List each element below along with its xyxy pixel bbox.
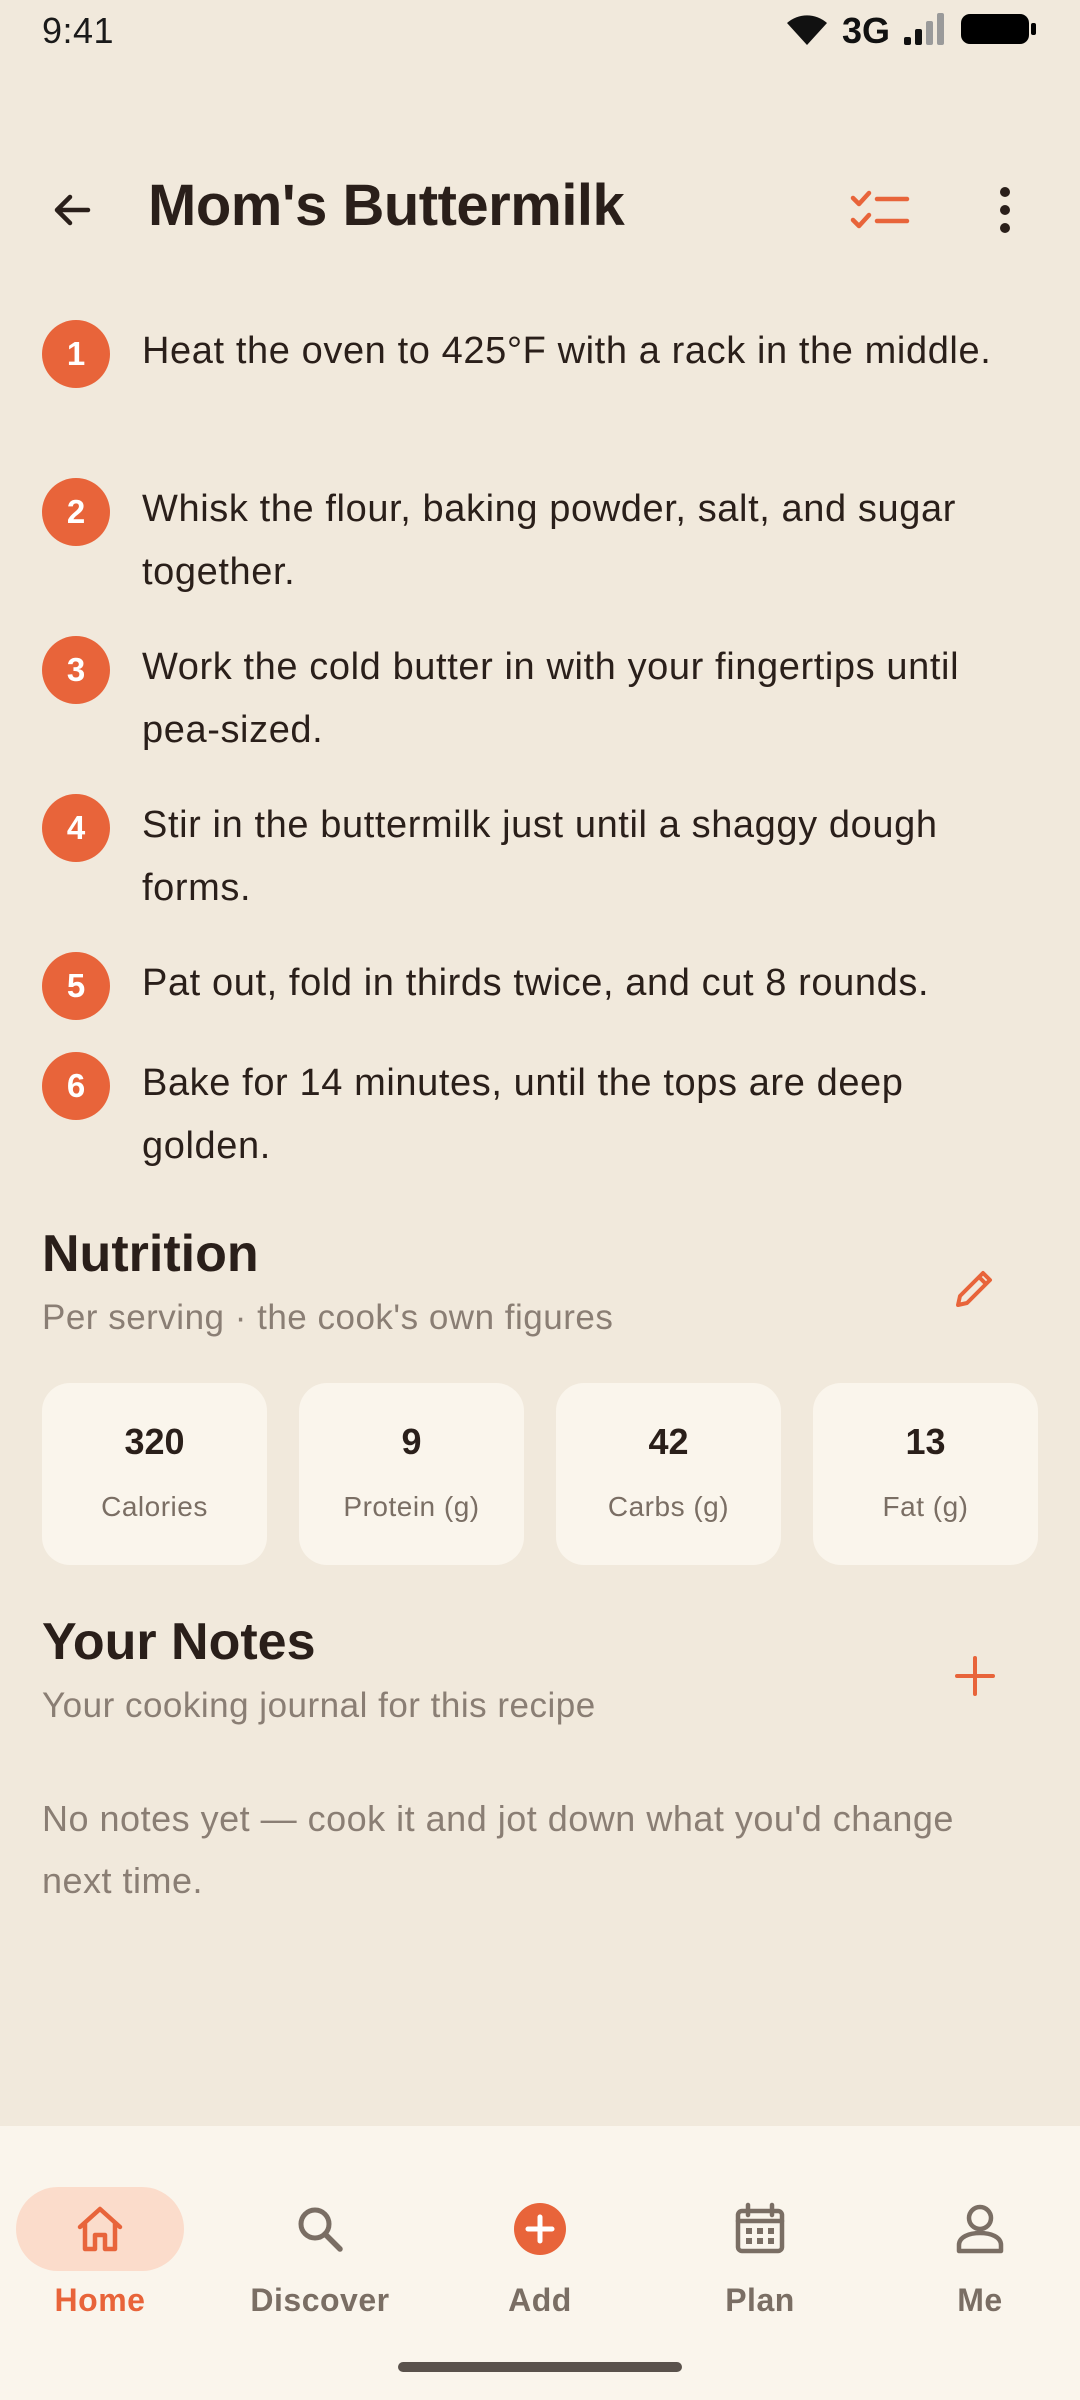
nav-label-discover: Discover [250, 2282, 390, 2318]
nav-item-home[interactable]: Home [0, 2156, 220, 2318]
network-type: 3G [841, 10, 890, 51]
nutrition-cards: 320 Calories 9 Protein (g) 42 Carbs (g) … [42, 1383, 1038, 1565]
more-vertical-icon [1000, 187, 1010, 233]
step-text: Heat the oven to 425°F with a rack in th… [142, 330, 992, 372]
nav-item-plan[interactable]: Plan [650, 2156, 870, 2318]
step-number-badge: 5 [42, 952, 110, 1020]
home-indicator-bar[interactable] [398, 2362, 682, 2372]
nutrition-value: 9 [401, 1421, 422, 1462]
nutrition-card-calories: 320 Calories [42, 1383, 267, 1565]
more-options-button[interactable] [980, 180, 1030, 240]
back-button[interactable] [42, 180, 102, 240]
search-icon [290, 2199, 350, 2259]
wifi-icon [784, 11, 830, 52]
back-arrow-icon [54, 194, 91, 226]
nutrition-label: Fat (g) [882, 1491, 969, 1522]
signal-icon [902, 11, 948, 52]
step-text: Stir in the buttermilk just until a shag… [142, 804, 938, 909]
status-bar: 9:41 3G [0, 0, 1080, 62]
nav-label-plan: Plan [725, 2282, 795, 2318]
pencil-icon [956, 1271, 992, 1307]
nutrition-card-fat: 13 Fat (g) [813, 1383, 1038, 1565]
notes-empty-state: No notes yet — cook it and jot down what… [42, 1798, 954, 1901]
step-text: Whisk the flour, baking powder, salt, an… [142, 488, 956, 593]
step-number-badge: 4 [42, 794, 110, 862]
nav-label-me: Me [957, 2282, 1003, 2318]
bottom-navigation: Home Discover Add Plan Me [0, 2126, 1080, 2400]
nav-label-home: Home [54, 2282, 146, 2318]
status-icons: 3G [784, 10, 1038, 52]
step-text: Pat out, fold in thirds twice, and cut 8… [142, 962, 930, 1004]
page-title: Mom's Buttermilk [148, 173, 625, 238]
nav-item-add[interactable]: Add [430, 2156, 650, 2318]
battery-icon [960, 11, 1038, 52]
home-icon [70, 2199, 130, 2259]
nutrition-value: 320 [124, 1421, 185, 1462]
recipe-screen: 9:41 3G Mom's Buttermilk 1 Heat the oven… [0, 0, 1080, 2400]
plus-icon [955, 1656, 995, 1696]
notes-subtitle: Your cooking journal for this recipe [42, 1686, 596, 1725]
step-number-badge: 2 [42, 478, 110, 546]
nav-item-me[interactable]: Me [870, 2156, 1080, 2318]
nutrition-card-protein: 9 Protein (g) [299, 1383, 524, 1565]
nutrition-label: Carbs (g) [607, 1491, 730, 1522]
add-circle-icon [510, 2199, 570, 2259]
step-number-badge: 1 [42, 320, 110, 388]
status-time: 9:41 [42, 10, 115, 51]
edit-nutrition-button[interactable] [945, 1258, 1005, 1318]
nutrition-label: Protein (g) [343, 1491, 480, 1522]
calendar-icon [730, 2199, 790, 2259]
nutrition-value: 42 [648, 1421, 689, 1462]
nutrition-card-carbs: 42 Carbs (g) [556, 1383, 781, 1565]
nutrition-title: Nutrition [42, 1225, 259, 1283]
nutrition-label: Calories [101, 1491, 208, 1522]
add-note-button[interactable] [945, 1646, 1005, 1706]
nutrition-value: 13 [905, 1421, 946, 1462]
checklist-button[interactable] [845, 180, 915, 240]
step-number-badge: 6 [42, 1052, 110, 1120]
top-app-bar: Mom's Buttermilk [0, 150, 1080, 270]
nav-item-discover[interactable]: Discover [210, 2156, 430, 2318]
checklist-icon [850, 190, 910, 229]
step-text: Bake for 14 minutes, until the tops are … [142, 1062, 904, 1167]
nutrition-subtitle: Per serving · the cook's own figures [42, 1298, 614, 1337]
notes-title: Your Notes [42, 1613, 316, 1671]
step-text: Work the cold butter in with your finger… [142, 646, 960, 751]
nav-label-add: Add [508, 2282, 572, 2318]
step-number-badge: 3 [42, 636, 110, 704]
person-icon [950, 2199, 1010, 2259]
